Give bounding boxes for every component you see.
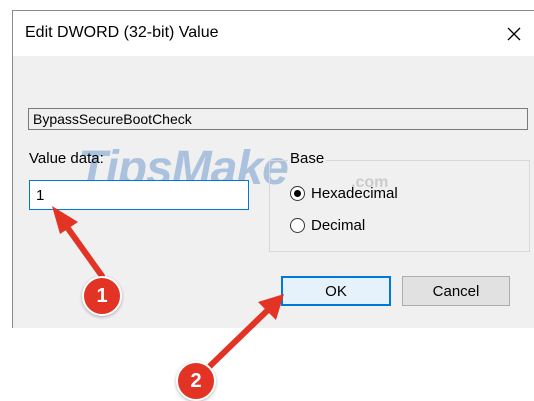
step-2-badge: 2 xyxy=(176,361,216,401)
step-1-badge: 1 xyxy=(82,276,122,316)
arrow-1 xyxy=(52,206,105,279)
annotation-arrows xyxy=(52,206,284,369)
arrow-2 xyxy=(207,294,284,369)
